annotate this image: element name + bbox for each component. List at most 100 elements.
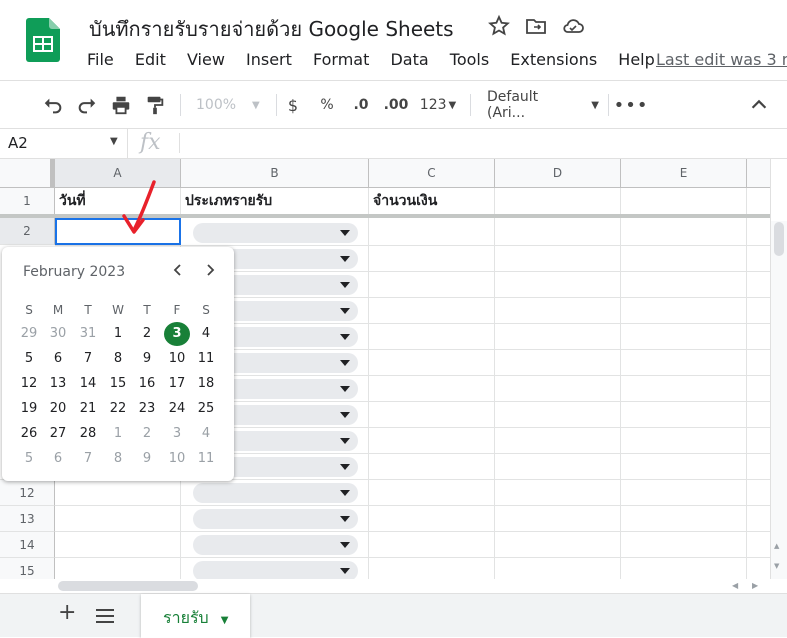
more-options-icon[interactable]: ••• <box>614 93 648 117</box>
date-cell[interactable]: 23 <box>134 397 160 421</box>
date-cell[interactable]: 3 <box>164 422 190 446</box>
date-cell[interactable]: 4 <box>193 322 219 346</box>
vertical-scrollbar[interactable]: ▲ ▼ <box>770 159 787 579</box>
date-cell[interactable]: 25 <box>193 397 219 421</box>
all-sheets-icon[interactable] <box>96 608 114 624</box>
row-header-1[interactable]: 1 <box>0 188 55 215</box>
currency-format-button[interactable]: $ <box>284 93 302 117</box>
cloud-saved-icon[interactable] <box>561 14 585 38</box>
date-cell[interactable]: 24 <box>164 397 190 421</box>
dropdown-chip-b2[interactable] <box>193 223 358 243</box>
column-header-d[interactable]: D <box>495 159 621 188</box>
date-cell[interactable]: 6 <box>45 447 71 471</box>
date-cell[interactable]: 18 <box>193 372 219 396</box>
date-cell[interactable]: 8 <box>105 447 131 471</box>
horizontal-scrollbar[interactable]: ◀ ▶ <box>0 579 787 593</box>
date-cell[interactable]: 5 <box>16 447 42 471</box>
date-cell[interactable]: 31 <box>75 322 101 346</box>
menu-format[interactable]: Format <box>313 50 369 69</box>
scroll-left-arrow-icon[interactable]: ◀ <box>732 581 738 590</box>
dropdown-chip-b12[interactable] <box>193 483 358 503</box>
sheets-logo-icon[interactable] <box>26 18 60 62</box>
scroll-up-arrow-icon[interactable]: ▲ <box>774 542 779 550</box>
column-header-partial[interactable] <box>747 159 770 188</box>
date-cell[interactable]: 11 <box>193 447 219 471</box>
column-header-e[interactable]: E <box>621 159 747 188</box>
dropdown-chip-b13[interactable] <box>193 509 358 529</box>
date-cell[interactable]: 19 <box>16 397 42 421</box>
name-box[interactable]: A2 ▼ <box>0 129 128 158</box>
cell-b1[interactable]: ประเภทรายรับ <box>181 188 369 215</box>
date-cell[interactable]: 28 <box>75 422 101 446</box>
date-cell[interactable]: 29 <box>16 322 42 346</box>
column-header-b[interactable]: B <box>181 159 369 188</box>
print-icon[interactable] <box>110 93 132 117</box>
row-header-12[interactable]: 12 <box>0 480 55 506</box>
font-select[interactable]: Default (Ari... ▼ <box>487 89 599 121</box>
menu-file[interactable]: File <box>87 50 114 69</box>
collapse-menus-icon[interactable] <box>748 93 770 117</box>
row-header-13[interactable]: 13 <box>0 506 55 532</box>
more-formats-button[interactable]: 123 ▼ <box>418 93 458 117</box>
menu-tools[interactable]: Tools <box>450 50 489 69</box>
horizontal-scroll-thumb[interactable] <box>58 581 198 591</box>
chevron-right-icon[interactable] <box>202 262 218 278</box>
menu-data[interactable]: Data <box>390 50 428 69</box>
undo-icon[interactable] <box>42 93 64 117</box>
redo-icon[interactable] <box>76 93 98 117</box>
date-cell[interactable]: 13 <box>45 372 71 396</box>
menu-extensions[interactable]: Extensions <box>510 50 597 69</box>
row-header-15[interactable]: 15 <box>0 558 55 579</box>
date-cell[interactable]: 4 <box>193 422 219 446</box>
cell-e1[interactable] <box>621 188 747 215</box>
column-header-c[interactable]: C <box>369 159 495 188</box>
date-cell[interactable]: 17 <box>164 372 190 396</box>
date-cell[interactable]: 20 <box>45 397 71 421</box>
last-edit-link[interactable]: Last edit was 3 m <box>656 50 787 69</box>
scroll-down-arrow-icon[interactable]: ▼ <box>774 562 779 570</box>
scroll-right-arrow-icon[interactable]: ▶ <box>752 581 758 590</box>
dropdown-chip-b14[interactable] <box>193 535 358 555</box>
document-title[interactable]: บันทึกรายรับรายจ่ายด้วย Google Sheets <box>89 13 454 45</box>
date-cell[interactable]: 5 <box>16 347 42 371</box>
star-icon[interactable] <box>487 14 511 38</box>
date-cell[interactable]: 2 <box>134 422 160 446</box>
row-header-14[interactable]: 14 <box>0 532 55 558</box>
select-all-corner[interactable] <box>0 159 55 188</box>
sheet-tab-active[interactable]: รายรับ ▼ <box>141 594 250 638</box>
menu-edit[interactable]: Edit <box>135 50 166 69</box>
date-cell[interactable]: 26 <box>16 422 42 446</box>
decrease-decimal-button[interactable]: .0 <box>350 93 372 117</box>
date-cell[interactable]: 8 <box>105 347 131 371</box>
date-cell[interactable]: 16 <box>134 372 160 396</box>
date-cell[interactable]: 10 <box>164 347 190 371</box>
date-cell[interactable]: 1 <box>105 422 131 446</box>
date-cell[interactable]: 22 <box>105 397 131 421</box>
date-cell[interactable]: 7 <box>75 347 101 371</box>
zoom-select[interactable]: 100% ▼ <box>196 93 266 117</box>
date-selected[interactable]: 3 <box>164 322 190 346</box>
dropdown-chip-b15[interactable] <box>193 561 358 581</box>
vertical-scroll-thumb[interactable] <box>774 222 784 256</box>
date-cell[interactable]: 10 <box>164 447 190 471</box>
move-to-folder-icon[interactable] <box>524 14 548 38</box>
date-cell[interactable]: 7 <box>75 447 101 471</box>
date-cell[interactable]: 2 <box>134 322 160 346</box>
date-cell[interactable]: 11 <box>193 347 219 371</box>
paint-format-icon[interactable] <box>144 93 166 117</box>
date-cell[interactable]: 27 <box>45 422 71 446</box>
date-cell[interactable]: 6 <box>45 347 71 371</box>
menu-insert[interactable]: Insert <box>246 50 292 69</box>
date-cell[interactable]: 30 <box>45 322 71 346</box>
row-header-2[interactable]: 2 <box>0 218 55 245</box>
add-sheet-icon[interactable]: + <box>58 602 76 624</box>
cell-c1[interactable]: จำนวนเงิน <box>369 188 495 215</box>
cell-d1[interactable] <box>495 188 621 215</box>
date-cell[interactable]: 9 <box>134 447 160 471</box>
menu-help[interactable]: Help <box>618 50 654 69</box>
menu-view[interactable]: View <box>187 50 225 69</box>
date-cell[interactable]: 14 <box>75 372 101 396</box>
chevron-left-icon[interactable] <box>170 262 186 278</box>
date-cell[interactable]: 15 <box>105 372 131 396</box>
date-cell[interactable]: 21 <box>75 397 101 421</box>
